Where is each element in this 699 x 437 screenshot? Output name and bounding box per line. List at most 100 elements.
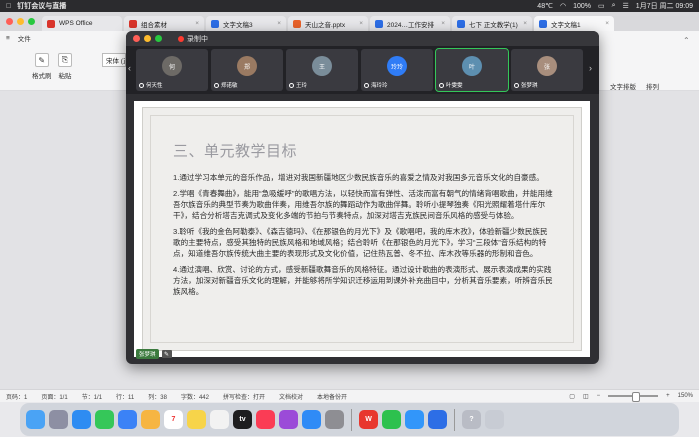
tab-document-3[interactable]: 文字文稿3 × bbox=[206, 16, 286, 31]
maximize-window-button[interactable] bbox=[155, 35, 162, 42]
tv-icon[interactable]: tv bbox=[233, 410, 252, 429]
status-spellcheck[interactable]: 拼写检查：打开 bbox=[223, 392, 265, 401]
participant-tile-active[interactable]: 叶 叶雯雯 bbox=[435, 48, 509, 92]
status-section[interactable]: 节：1/1 bbox=[82, 392, 102, 401]
help-icon[interactable]: ? bbox=[462, 410, 481, 429]
finder-icon[interactable] bbox=[26, 410, 45, 429]
apple-icon[interactable]:  bbox=[6, 3, 11, 10]
tab-pptx[interactable]: 天山之音.pptx × bbox=[288, 16, 368, 31]
settings-icon[interactable] bbox=[325, 410, 344, 429]
participant-tile[interactable]: 何 何天性 bbox=[136, 49, 208, 91]
close-tab-icon[interactable]: × bbox=[277, 20, 281, 27]
temperature-readout[interactable]: 48℃ bbox=[537, 2, 553, 10]
launchpad-icon[interactable] bbox=[49, 410, 68, 429]
wifi-icon[interactable]: ◠ bbox=[560, 2, 566, 10]
close-tab-icon[interactable]: × bbox=[195, 20, 199, 27]
status-proofread[interactable]: 文档校对 bbox=[279, 392, 303, 401]
notes-icon[interactable] bbox=[187, 410, 206, 429]
pen-icon[interactable]: ✎ bbox=[161, 350, 172, 358]
mic-icon bbox=[364, 82, 369, 88]
music-icon[interactable] bbox=[256, 410, 275, 429]
wechat-icon[interactable] bbox=[382, 410, 401, 429]
status-words[interactable]: 字数：442 bbox=[181, 392, 209, 401]
read-mode-icon[interactable]: ▢ bbox=[569, 393, 575, 400]
status-backup[interactable]: 本地备份开 bbox=[317, 392, 347, 401]
reminders-icon[interactable] bbox=[210, 410, 229, 429]
tab-wps-office[interactable]: WPS Office bbox=[42, 16, 122, 31]
tab-document-1[interactable]: 文字文稿1 × bbox=[534, 16, 614, 31]
zoom-slider[interactable] bbox=[608, 392, 659, 402]
participant-video-strip: 何 何天性 郑 郑诺敏 王 王玲 玲玲 海玲玲 叶 叶雯雯 张 张梦琪 ‹ › bbox=[126, 46, 599, 94]
paste-button[interactable]: ⎘ 粘贴 bbox=[58, 53, 72, 80]
tab-material[interactable]: 组合素材 × bbox=[124, 16, 204, 31]
arrange-button[interactable]: 排列 bbox=[646, 81, 659, 91]
participant-tile[interactable]: 张 张梦琪 bbox=[511, 49, 583, 91]
dock-separator bbox=[454, 408, 455, 431]
battery-icon[interactable]: ▭ bbox=[598, 2, 605, 10]
doc-icon bbox=[375, 19, 383, 28]
file-menu[interactable]: 文件 bbox=[18, 33, 31, 43]
messages-icon[interactable] bbox=[95, 410, 114, 429]
recording-indicator: 录制中 bbox=[178, 34, 208, 44]
status-pages[interactable]: 页面：1/1 bbox=[41, 392, 67, 401]
battery-percent[interactable]: 100% bbox=[573, 3, 591, 10]
slide-paragraph: 1.通过学习本单元的音乐作品，增进对我国新疆地区少数民族音乐的喜爱之情及对我国多… bbox=[173, 173, 544, 182]
collapse-ribbon-icon[interactable]: ⌃ bbox=[683, 36, 690, 45]
minimize-window-button[interactable] bbox=[17, 18, 24, 25]
presenter-bar: 张梦琪 ✎ bbox=[136, 349, 172, 359]
tencent-meeting-icon[interactable] bbox=[428, 410, 447, 429]
close-window-button[interactable] bbox=[6, 18, 13, 25]
participant-tile[interactable]: 郑 郑诺敏 bbox=[211, 49, 283, 91]
status-bar: 页码：1 页面：1/1 节：1/1 行：11 列：38 字数：442 拼写检查：… bbox=[0, 389, 699, 402]
zoom-out-icon[interactable]: − bbox=[597, 393, 601, 399]
close-tab-icon[interactable]: × bbox=[359, 20, 363, 27]
close-tab-icon[interactable]: × bbox=[441, 20, 445, 27]
close-tab-icon[interactable]: × bbox=[523, 20, 527, 27]
participant-tile[interactable]: 玲玲 海玲玲 bbox=[361, 49, 433, 91]
maximize-window-button[interactable] bbox=[28, 18, 35, 25]
close-window-button[interactable] bbox=[133, 35, 140, 42]
control-center-icon[interactable]: ☰ bbox=[623, 2, 629, 10]
font-name-select[interactable]: 宋体 (正 bbox=[102, 53, 126, 67]
dingtalk-icon[interactable] bbox=[405, 410, 424, 429]
participant-tile[interactable]: 王 王玲 bbox=[286, 49, 358, 91]
text-layout-button[interactable]: 文字排版 bbox=[610, 81, 636, 91]
shared-screen: 三、单元教学目标 1.通过学习本单元的音乐作品，增进对我国新疆地区少数民族音乐的… bbox=[134, 101, 590, 357]
record-dot-icon bbox=[178, 35, 184, 42]
avatar: 何 bbox=[162, 56, 182, 76]
web-view-icon[interactable]: ◫ bbox=[583, 393, 589, 400]
wps-tab-bar: WPS Office 组合素材 × 文字文稿3 × 天山之音.pptx × 2024…… bbox=[0, 12, 699, 31]
menu-icon[interactable]: ≡ bbox=[6, 35, 10, 42]
search-icon[interactable]: ⌕ bbox=[612, 2, 616, 10]
minimize-window-button[interactable] bbox=[144, 35, 151, 42]
trash-icon[interactable] bbox=[485, 410, 504, 429]
app-store-icon[interactable] bbox=[302, 410, 321, 429]
format-painter-button[interactable]: ✎ 格式刷 bbox=[32, 53, 52, 80]
datetime[interactable]: 1月7日 周二 09:09 bbox=[636, 1, 693, 11]
tab-lesson[interactable]: 七下 正文教学(1) × bbox=[452, 16, 532, 31]
chevron-right-icon[interactable]: › bbox=[589, 63, 592, 73]
calendar-icon[interactable]: 7 bbox=[164, 410, 183, 429]
avatar: 郑 bbox=[237, 56, 257, 76]
zoom-level[interactable]: 150% bbox=[678, 393, 693, 399]
photos-icon[interactable] bbox=[141, 410, 160, 429]
presenter-name: 张梦琪 bbox=[136, 349, 159, 359]
status-page[interactable]: 页码：1 bbox=[6, 392, 27, 401]
wps-icon[interactable]: W bbox=[359, 410, 378, 429]
slide-content: 三、单元教学目标 1.通过学习本单元的音乐作品，增进对我国新疆地区少数民族音乐的… bbox=[150, 115, 574, 343]
mic-icon bbox=[139, 82, 144, 88]
zoom-in-icon[interactable]: + bbox=[666, 393, 670, 399]
avatar: 张 bbox=[537, 56, 557, 76]
status-col[interactable]: 列：38 bbox=[148, 392, 167, 401]
tab-work-plan[interactable]: 2024…工作安排 × bbox=[370, 16, 450, 31]
safari-icon[interactable] bbox=[72, 410, 91, 429]
brush-icon: ✎ bbox=[34, 53, 49, 67]
mail-icon[interactable] bbox=[118, 410, 137, 429]
recording-title-bar: 录制中 bbox=[126, 31, 599, 46]
avatar: 玲玲 bbox=[387, 56, 407, 76]
status-row[interactable]: 行：11 bbox=[116, 392, 134, 401]
app-name[interactable]: 钉钉会议与直播 bbox=[17, 1, 66, 11]
chevron-left-icon[interactable]: ‹ bbox=[128, 63, 131, 73]
close-tab-icon[interactable]: × bbox=[605, 20, 609, 27]
podcasts-icon[interactable] bbox=[279, 410, 298, 429]
